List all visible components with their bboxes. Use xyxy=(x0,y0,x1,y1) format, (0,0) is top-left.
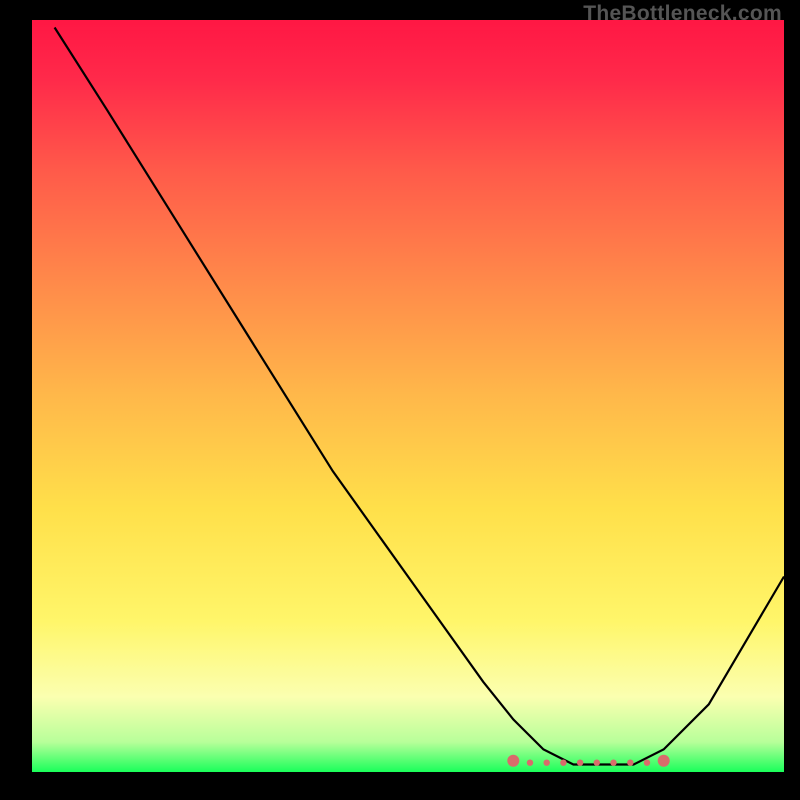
chart-svg xyxy=(32,20,784,772)
chart-container xyxy=(32,20,784,772)
gradient-background xyxy=(32,20,784,772)
